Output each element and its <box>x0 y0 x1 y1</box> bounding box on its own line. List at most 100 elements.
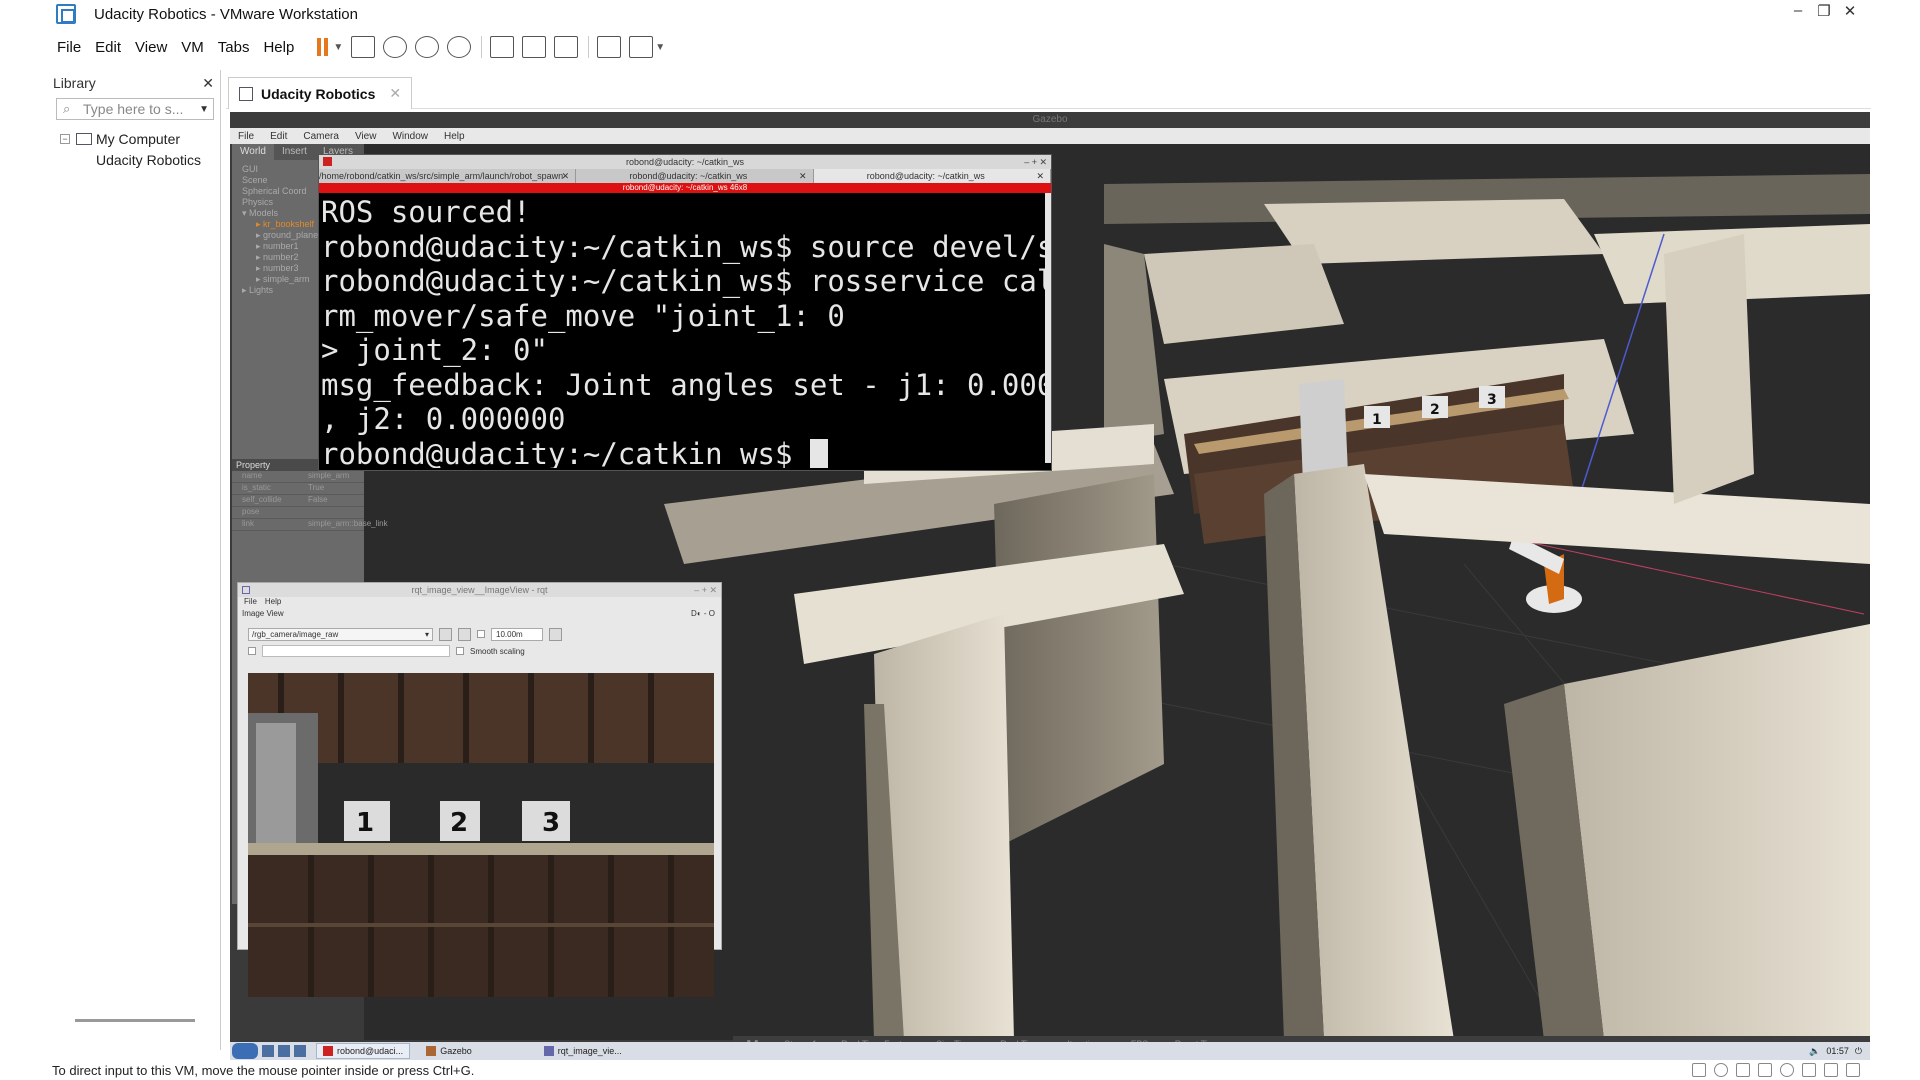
property-row[interactable]: pose <box>232 507 364 519</box>
tab-label: Udacity Robotics <box>261 85 376 102</box>
library-scrollbar[interactable] <box>75 1019 195 1022</box>
library-search[interactable]: ⌕ Type here to s... ▼ <box>56 98 214 120</box>
tab-udacity-robotics[interactable]: Udacity Robotics ✕ <box>228 77 413 109</box>
hard-disk-icon[interactable] <box>1692 1063 1706 1077</box>
save-image-button[interactable] <box>549 627 562 641</box>
sound-icon[interactable] <box>1780 1063 1794 1077</box>
chevron-down-icon[interactable]: ▼ <box>333 42 343 53</box>
menu-vm[interactable]: VM <box>174 39 211 56</box>
rqt-image-view-window[interactable]: rqt_image_view__ImageView - rqt – + ✕ Fi… <box>237 582 722 997</box>
task-label: robond@udaci... <box>337 1046 404 1056</box>
menu-edit[interactable]: Edit <box>88 39 128 56</box>
rqt-titlebar[interactable]: rqt_image_view__ImageView - rqt – + ✕ <box>238 583 721 597</box>
quick-launch-icon[interactable] <box>294 1045 306 1057</box>
snapshot-manager-icon[interactable] <box>447 36 472 58</box>
menu-tabs[interactable]: Tabs <box>211 39 257 56</box>
tab-insert[interactable]: Insert <box>274 144 315 160</box>
collapse-icon[interactable]: − <box>60 133 70 144</box>
zoom-button[interactable] <box>458 627 471 641</box>
gazebo-menu-edit[interactable]: Edit <box>262 131 295 142</box>
revert-snapshot-icon[interactable] <box>415 36 440 58</box>
close-icon[interactable]: ✕ <box>1837 2 1863 20</box>
power-icon[interactable]: ⏻ <box>1855 1046 1862 1057</box>
system-tray: 🔈 01:57 ⏻ <box>1809 1046 1862 1057</box>
tab-label: robond@udacity: ~/catkin_ws <box>866 171 985 181</box>
menu-view[interactable]: View <box>128 39 174 56</box>
usb-icon[interactable] <box>1758 1063 1772 1077</box>
mouse-checkbox[interactable] <box>248 647 256 655</box>
send-ctrl-alt-del-icon[interactable] <box>351 36 376 58</box>
terminal-scrollbar[interactable] <box>1045 193 1051 463</box>
clock[interactable]: 01:57 <box>1826 1046 1849 1057</box>
full-screen-icon[interactable] <box>554 36 579 58</box>
cd-drive-icon[interactable] <box>1714 1063 1728 1077</box>
terminal-tab[interactable]: robond@udacity: ~/catkin_ws ✕ <box>576 169 814 183</box>
status-text: To direct input to this VM, move the mou… <box>52 1062 475 1078</box>
plugin-controls[interactable]: D◐ - O <box>691 609 715 621</box>
terminal-titlebar[interactable]: robond@udacity: ~/catkin_ws – + ✕ <box>319 155 1051 169</box>
vm-screen[interactable]: Gazebo File Edit Camera View Window Help <box>230 112 1870 1060</box>
gazebo-menu-help[interactable]: Help <box>436 131 473 142</box>
property-row[interactable]: link simple_arm::base_link <box>232 519 388 531</box>
search-input[interactable]: Type here to s... <box>83 101 199 117</box>
terminal-tab[interactable]: /home/robond/catkin_ws/src/simple_arm/la… <box>319 169 577 183</box>
printer-icon[interactable] <box>1802 1063 1816 1077</box>
taskbar-item-terminal[interactable]: robond@udaci... <box>316 1043 411 1059</box>
toolbar-divider <box>481 36 483 58</box>
zoom-checkbox[interactable] <box>477 630 485 638</box>
minimize-icon[interactable]: – <box>1785 2 1811 20</box>
terminal-window-controls[interactable]: – + ✕ <box>1024 155 1047 169</box>
close-tab-icon[interactable]: ✕ <box>799 169 807 183</box>
display-icon[interactable] <box>1824 1063 1838 1077</box>
menu-file[interactable]: File <box>50 39 88 56</box>
close-tab-icon[interactable]: ✕ <box>562 169 570 183</box>
rqt-window-controls[interactable]: – + ✕ <box>694 583 717 597</box>
rqt-menu-help[interactable]: Help <box>265 597 281 609</box>
close-icon[interactable] <box>323 157 332 166</box>
close-tab-icon[interactable]: ✕ <box>1036 169 1044 183</box>
terminal-window[interactable]: robond@udacity: ~/catkin_ws – + ✕ /home/… <box>318 154 1052 471</box>
close-tab-icon[interactable]: ✕ <box>389 85 401 102</box>
restore-icon[interactable]: ❐ <box>1811 2 1837 20</box>
stretch-guest-icon[interactable] <box>629 36 654 58</box>
property-row[interactable]: name simple_arm <box>232 471 364 483</box>
tab-label: /home/robond/catkin_ws/src/simple_arm/la… <box>319 171 564 181</box>
smooth-scaling-checkbox[interactable] <box>456 647 464 655</box>
volume-icon[interactable]: 🔈 <box>1809 1046 1820 1057</box>
property-row[interactable]: self_collide False <box>232 495 364 507</box>
taskbar-item-rqt[interactable]: rqt_image_vie... <box>538 1043 628 1059</box>
terminal-tab-active[interactable]: robond@udacity: ~/catkin_ws ✕ <box>813 169 1051 183</box>
terminal-output[interactable]: ROS sourced! robond@udacity:~/catkin_ws$ … <box>319 193 1051 468</box>
chevron-down-icon[interactable]: ▼ <box>199 104 209 115</box>
close-library-icon[interactable]: ✕ <box>202 75 214 92</box>
property-row[interactable]: is_static True <box>232 483 364 495</box>
refresh-topics-button[interactable] <box>439 627 452 641</box>
chevron-down-icon[interactable]: ▼ <box>655 42 665 53</box>
tree-node-udacity-robotics[interactable]: Udacity Robotics <box>50 149 294 196</box>
thumbnail-bar-icon[interactable] <box>522 36 547 58</box>
gazebo-menu-window[interactable]: Window <box>384 131 436 142</box>
show-library-icon[interactable] <box>490 36 515 58</box>
quick-launch-icon[interactable] <box>278 1045 290 1057</box>
gazebo-menu-file[interactable]: File <box>230 131 262 142</box>
tree-node-my-computer[interactable]: − My Computer <box>50 128 220 149</box>
message-icon[interactable] <box>1846 1063 1860 1077</box>
quick-launch-icon[interactable] <box>262 1045 274 1057</box>
gazebo-menu-view[interactable]: View <box>347 131 385 142</box>
console-view-icon[interactable] <box>597 36 622 58</box>
topic-select[interactable]: /rgb_camera/image_raw ▾ <box>248 627 433 641</box>
pause-icon[interactable] <box>315 36 331 58</box>
menu-help[interactable]: Help <box>256 39 301 56</box>
zoom-spinbox[interactable]: 10.00m <box>491 627 543 641</box>
snapshot-icon[interactable] <box>383 36 408 58</box>
cube-label: 3 <box>542 808 560 838</box>
start-menu-icon[interactable] <box>232 1043 258 1059</box>
mouse-topic-field[interactable] <box>262 645 450 657</box>
tab-world[interactable]: World <box>232 144 274 160</box>
rqt-plugin-header: Image View D◐ - O <box>238 609 721 621</box>
network-icon[interactable] <box>1736 1063 1750 1077</box>
svg-text:3: 3 <box>1487 392 1497 408</box>
taskbar-item-gazebo[interactable]: Gazebo <box>420 1043 478 1059</box>
gazebo-menu-camera[interactable]: Camera <box>295 131 347 142</box>
rqt-menu-file[interactable]: File <box>244 597 257 609</box>
